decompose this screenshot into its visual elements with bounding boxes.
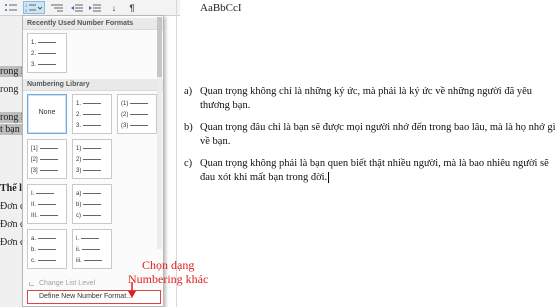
library-tile-roman-upper[interactable]: I. II. III. [27,184,67,224]
doc-fragment: Thể l [0,183,22,194]
library-tile-alpha-dot[interactable]: a. b. c. [27,229,67,269]
define-new-number-format-item[interactable]: Define New Number Format... [27,291,161,303]
document-list[interactable]: a) Quan trọng không chỉ là những ký ức, … [184,85,556,193]
library-tile-roman-lower[interactable]: i. ii. iii. [72,229,112,269]
increase-indent-button[interactable] [88,1,102,14]
scrollbar-thumb[interactable] [157,17,162,77]
background-document-left: rong l rong rong l t bạn Thể l Đơn c Đơn… [0,0,22,307]
list-item: c) Quan trọng không phải là bạn quen biế… [184,158,549,184]
doc-fragment: rong [0,84,19,95]
doc-fragment: rong l [0,66,22,77]
doc-fragment: Đơn c [0,201,22,212]
increase-indent-icon [89,4,101,11]
dropdown-scrollbar[interactable] [157,17,162,249]
doc-fragment: t bạn [0,124,22,135]
style-gallery-sample[interactable]: AaBbCcI [200,2,242,14]
sort-icon: ↓ [111,2,117,13]
change-level-icon [29,282,34,286]
sort-button[interactable]: ↓ [106,1,122,14]
library-tile-1-paren[interactable]: 1) 2) 3) [72,139,112,179]
numbering-library-header: Numbering Library [23,79,163,91]
numbering-button[interactable]: 12 [23,1,45,14]
numbering-icon: 12 [25,3,43,13]
recent-format-tile[interactable]: 1. 2. 3. [27,33,67,73]
svg-text:2: 2 [25,8,28,13]
library-tile-alpha-paren[interactable]: a) b) c) [72,184,112,224]
doc-fragment: Đơn c [0,237,22,248]
show-formatting-button[interactable]: ¶ [125,1,139,14]
multilevel-list-button[interactable] [48,1,66,14]
library-tile-none[interactable]: None [27,94,67,134]
library-tile-paren-1[interactable]: (1) (2) (3) [117,94,157,134]
text-cursor [328,172,330,184]
decrease-indent-button[interactable] [70,1,84,14]
doc-fragment: rong l [0,112,22,123]
bullets-icon [5,3,17,11]
library-tile-1-dot[interactable]: 1. 2. 3. [72,94,112,134]
ribbon-paragraph-group: 12 ↓ ¶ [0,0,180,16]
list-item: b) Quan trọng đâu chỉ là bạn sẽ được mọi… [184,122,556,147]
recent-formats-header: Recently Used Number Formats [23,18,163,30]
annotation-label: Chọn dạng Numbering khác [128,258,209,286]
doc-fragment: Đơn c [0,219,22,230]
multilevel-list-icon [51,4,63,11]
bullets-button[interactable] [2,1,20,14]
library-tile-bracket-1[interactable]: [1] [2] [3] [27,139,67,179]
list-item: a) Quan trọng không chỉ là những ký ức, … [184,86,533,111]
pilcrow-icon: ¶ [129,2,135,13]
decrease-indent-icon [71,4,83,11]
